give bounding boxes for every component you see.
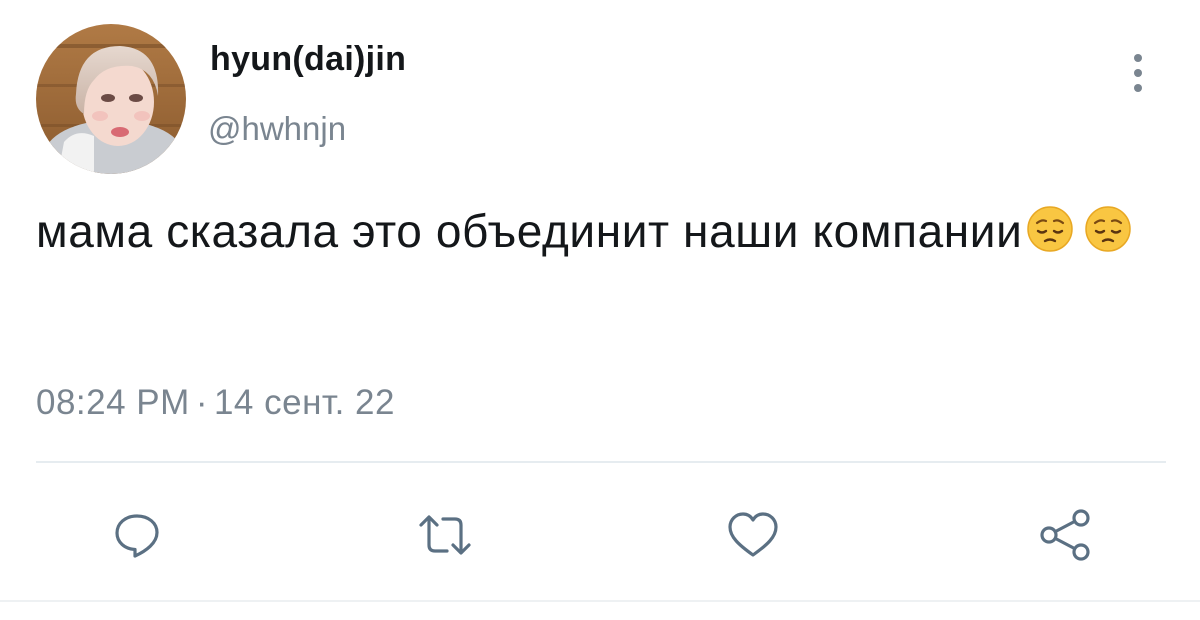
pensive-face-emoji [1084, 202, 1132, 252]
pensive-face-emoji [1026, 202, 1074, 252]
share-icon[interactable] [1030, 500, 1100, 570]
heart-icon[interactable] [718, 500, 788, 570]
more-dot [1134, 84, 1142, 92]
divider [36, 461, 1166, 463]
more-vertical-icon[interactable] [1118, 50, 1158, 96]
more-dot [1134, 54, 1142, 62]
reply-icon[interactable] [102, 500, 172, 570]
tweet-date: 14 сент. 22 [213, 383, 395, 422]
avatar[interactable] [36, 24, 186, 174]
more-dot [1134, 69, 1142, 77]
tweet-time: 08:24 PM [36, 383, 190, 422]
bottom-divider [0, 600, 1200, 602]
retweet-icon[interactable] [410, 500, 480, 570]
tweet-card: hyun(dai)jin @hwhnjn мама сказала это об… [0, 0, 1200, 620]
tweet-timestamp[interactable]: 08:24 PM · 14 сент. 22 [36, 383, 395, 423]
user-handle[interactable]: @hwhnjn [208, 110, 346, 148]
tweet-body: мама сказала это объединит наши компании [36, 205, 1023, 257]
timestamp-separator: · [195, 383, 208, 422]
display-name[interactable]: hyun(dai)jin [210, 40, 406, 79]
tweet-text: мама сказала это объединит наши компании [36, 196, 1156, 266]
